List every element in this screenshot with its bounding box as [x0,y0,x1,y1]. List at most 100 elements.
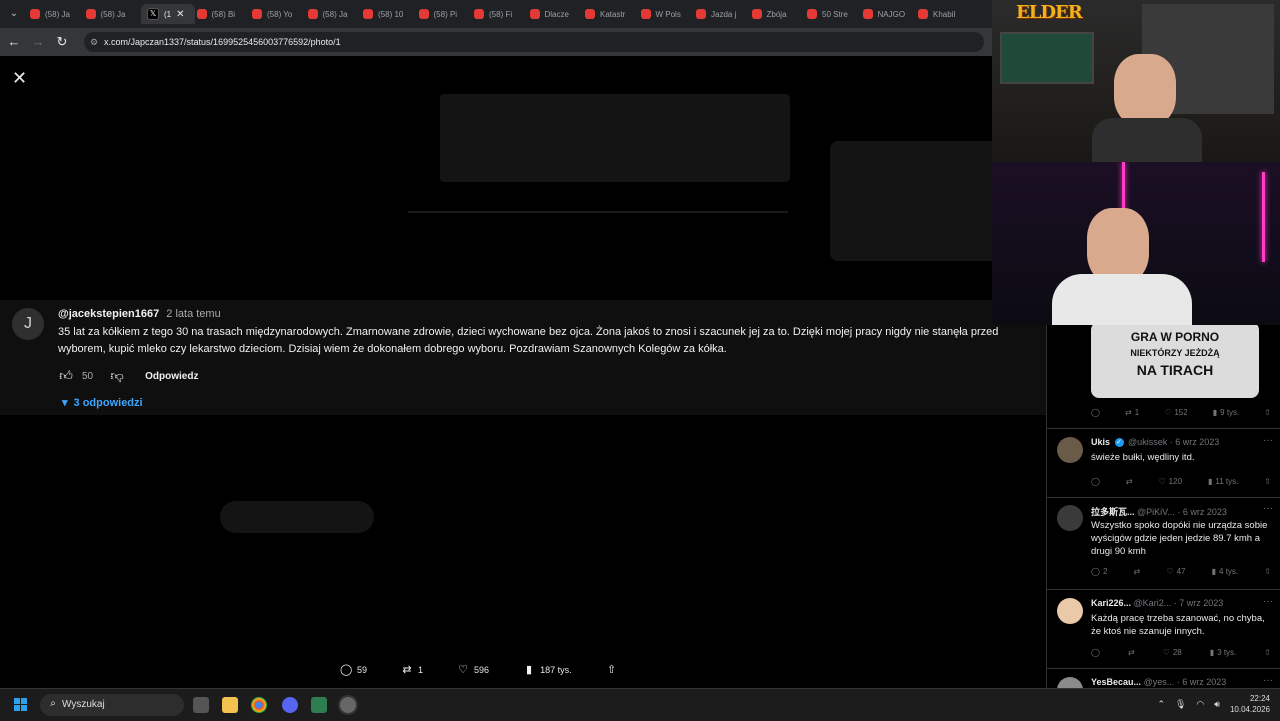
browser-tab[interactable]: (58) Fi [474,4,522,24]
microphone-icon[interactable]: 🎙︎ [1175,699,1186,710]
browser-tab[interactable]: (58) Yo [252,4,300,24]
reply-date[interactable]: 6 wrz 2023 [1175,437,1219,447]
retweet-icon[interactable]: ⇄ [1128,648,1135,657]
comment-icon[interactable]: ◯ [1091,408,1100,417]
browser-tab[interactable]: Dlacze [529,4,578,24]
reply-date[interactable]: 6 wrz 2023 [1182,677,1226,687]
retweet-icon[interactable]: ⇄ [1134,567,1141,576]
comment-icon[interactable]: ◯ [1091,477,1100,486]
retweet-icon[interactable]: ⇄ [1126,477,1133,486]
browser-tab[interactable]: Khabil [918,4,966,24]
close-icon[interactable]: ✕ [12,68,27,89]
avatar[interactable] [1057,598,1083,624]
avatar[interactable] [1057,505,1083,531]
browser-tab[interactable]: W Pols [640,4,689,24]
reply-author[interactable]: Ukis [1091,437,1110,447]
reply-item[interactable]: 拉多斯瓦... @PiKiV... · 6 wrz 2023 ··· Wszys… [1047,497,1280,590]
speaker-icon[interactable]: 🔊︎ [1214,699,1220,710]
reply-button[interactable]: Odpowiedz [145,371,198,382]
share-icon[interactable]: ⇧ [1264,567,1271,576]
taskbar-search-input[interactable]: ⌕ Wyszukaj [40,694,184,716]
reply-handle[interactable]: @PiKiV... [1137,507,1175,517]
views-action[interactable]: ▮ 3 tys. [1210,648,1237,657]
heart-icon: ♡ [458,664,468,676]
site-info-icon[interactable]: ⚙ [90,37,100,47]
back-icon[interactable]: ← [6,34,22,50]
browser-tab[interactable]: (58) Ja [85,4,134,24]
reload-icon[interactable]: ↻ [54,34,70,50]
clock[interactable]: 22:24 10.04.2026 [1230,693,1270,715]
task-view-icon[interactable] [193,697,209,713]
views-action[interactable]: ▮ 187 tys. [523,664,572,676]
reply-image[interactable]: GRA W PORNO NIEKTÓRZY JEŻDŻĄ NA TIRACH [1091,322,1259,398]
windows-start-icon[interactable] [14,698,28,712]
show-replies-button[interactable]: ▾ 3 odpowiedzi [62,396,143,410]
url-input[interactable]: ⚙ x.com/Japczan1337/status/1699525456003… [84,32,984,52]
browser-tab[interactable]: 50 Stre [807,4,855,24]
browser-tab[interactable]: Katastr [585,4,633,24]
obs-icon[interactable] [340,697,356,713]
thumbs-up-icon[interactable]: 👍︎ [58,368,74,384]
excel-icon[interactable] [311,697,327,713]
more-icon[interactable]: ··· [1263,675,1273,686]
wifi-icon[interactable]: ◠ [1196,699,1204,710]
browser-tab[interactable]: (58) Ja [307,4,356,24]
reply-author[interactable]: YesBecau... [1091,677,1141,687]
reply-handle[interactable]: @yes... [1144,677,1175,687]
reply-handle[interactable]: @Kari2... [1134,598,1172,608]
reply-handle[interactable]: @ukissek [1128,437,1167,447]
comment-icon[interactable]: ◯ [1091,648,1100,657]
reply-action[interactable]: ◯ 2 [1091,567,1107,576]
discord-icon[interactable] [282,697,298,713]
share-icon[interactable]: ⇧ [1264,477,1271,486]
like-action[interactable]: ♡ 152 [1164,408,1188,417]
browser-tab[interactable]: (58) Bi [196,4,245,24]
browser-tab[interactable]: (58) Pi [418,4,467,24]
like-action[interactable]: ♡ 28 [1163,648,1182,657]
retweet-action[interactable]: ⇄ 1 [1125,408,1139,417]
views-action[interactable]: ▮ 9 tys. [1213,408,1240,417]
reply-item[interactable]: YesBecau... @yes... · 6 wrz 2023 ··· [1047,669,1280,688]
more-icon[interactable]: ··· [1263,435,1273,446]
comment-time[interactable]: 2 lata temu [166,308,220,320]
tab-search-icon[interactable]: ⌄ [6,6,22,22]
dimmed-post-button [220,501,374,533]
avatar[interactable] [1057,437,1083,463]
browser-tab[interactable]: Jazda j [696,4,744,24]
like-action[interactable]: ♡ 596 [457,664,489,676]
file-explorer-icon[interactable] [222,697,238,713]
browser-tab[interactable]: 𝕏 (1 ✕ [141,4,195,24]
reply-item[interactable]: Kari226... @Kari2... · 7 wrz 2023 ··· Ka… [1047,590,1280,669]
share-action[interactable]: ⇧ [606,664,618,676]
chrome-icon[interactable] [251,697,267,713]
chevron-up-icon[interactable]: ⌃ [1157,699,1165,710]
avatar[interactable]: J [12,308,44,340]
browser-tab[interactable]: (58) Ja [30,4,78,24]
browser-tab[interactable]: Zbója [751,4,800,24]
comment-author[interactable]: @jacekstepien1667 2 lata temu [58,308,221,320]
reply-action[interactable]: ◯ 59 [340,664,367,676]
browser-tab-label: (58) Bi [211,9,236,19]
avatar[interactable] [1057,677,1083,688]
reply-date[interactable]: 7 wrz 2023 [1179,598,1223,608]
reply-author[interactable]: 拉多斯瓦... [1091,507,1135,517]
browser-tab[interactable]: NAJGO [862,4,911,24]
comment-author-handle[interactable]: @jacekstepien1667 [58,308,159,320]
more-icon[interactable]: ··· [1263,503,1273,514]
tab-close-icon[interactable]: ✕ [176,9,184,20]
forward-icon[interactable]: → [30,34,46,50]
share-icon[interactable]: ⇧ [1264,648,1271,657]
share-icon[interactable]: ⇧ [1264,408,1271,417]
reply-date[interactable]: 6 wrz 2023 [1183,507,1227,517]
like-action[interactable]: ♡ 120 [1159,477,1183,486]
views-action[interactable]: ▮ 4 tys. [1212,567,1239,576]
thumbs-down-icon[interactable]: 👎︎ [109,368,125,384]
verified-badge-icon: ✓ [1114,438,1124,448]
more-icon[interactable]: ··· [1263,596,1273,607]
browser-tab[interactable]: (58) 10 [363,4,411,24]
retweet-action[interactable]: ⇄ 1 [401,664,423,676]
reply-item[interactable]: Ukis ✓ @ukissek · 6 wrz 2023 ··· świeże … [1047,428,1280,498]
reply-author[interactable]: Kari226... [1091,598,1131,608]
like-action[interactable]: ♡ 47 [1166,567,1185,576]
views-action[interactable]: ▮ 11 tys. [1208,477,1238,486]
